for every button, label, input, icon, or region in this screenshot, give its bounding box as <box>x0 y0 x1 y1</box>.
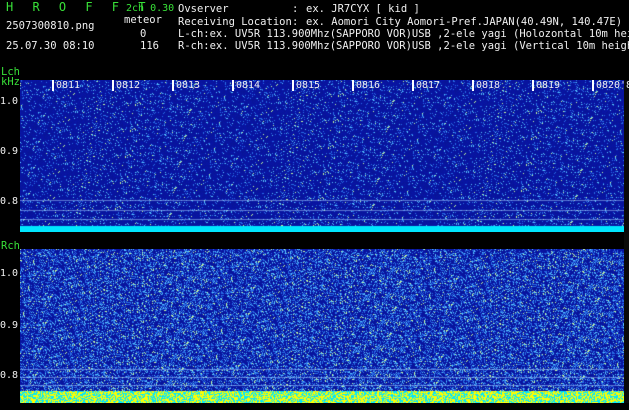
location-value: ex. Aomori City Aomori-Pref.JAPAN(40.49N… <box>306 16 623 28</box>
time-tick-label: 0814 <box>236 80 261 91</box>
location-separator: : <box>292 16 299 28</box>
meteor-count-lch: 0 <box>140 28 147 40</box>
time-tick-label: 0820 <box>596 80 621 91</box>
meteor-label: meteor <box>124 14 162 26</box>
rch-spectrogram <box>20 249 624 403</box>
filename-label: 2507300810.png <box>6 20 95 32</box>
lch-ylabel-1: 1.0 <box>0 96 19 107</box>
datetime-label: 25.07.30 08:10 <box>6 40 95 52</box>
time-tick-bar <box>112 80 114 91</box>
rch-ylabel-1: 1.0 <box>0 268 19 279</box>
rch-ylabel-2: 0.9 <box>0 320 19 331</box>
time-tick-label: 0812 <box>116 80 141 91</box>
time-tick-bar <box>172 80 174 91</box>
observer-value: ex. JR7CYX [ kid ] <box>306 3 420 15</box>
time-tick-bar <box>412 80 414 91</box>
time-tick-label: 0816 <box>356 80 381 91</box>
lch-ylabel-3: 0.8 <box>0 196 19 207</box>
rch-label: Rch <box>1 240 20 252</box>
observer-separator: : <box>292 3 299 15</box>
meteor-count-rch: 116 <box>140 40 159 52</box>
time-tick-bar <box>592 80 594 91</box>
rch-receiver-info: R-ch:ex. UV5R 113.900Mhz(SAPPORO VOR)USB… <box>178 40 629 52</box>
lch-receiver-info: L-ch:ex. UV5R 113.900Mhz(SAPPORO VOR)USB… <box>178 28 629 40</box>
rch-ylabel-3: 0.8 <box>0 370 19 381</box>
time-tick-bar <box>472 80 474 91</box>
time-tick-bar <box>352 80 354 91</box>
time-tick-label: 0819 <box>536 80 561 91</box>
time-tick-bar <box>52 80 54 91</box>
right-edge-strip <box>624 80 629 403</box>
time-tick-label: 0815 <box>296 80 321 91</box>
time-tick-label: 0811 <box>56 80 81 91</box>
time-tick-label: 0813 <box>176 80 201 91</box>
time-tick-label: 0818 <box>476 80 501 91</box>
lch-spectrogram <box>20 80 624 232</box>
time-tick-bar <box>532 80 534 91</box>
time-tick-bar <box>232 80 234 91</box>
lch-unit-label: kHz <box>1 76 20 88</box>
time-tick-label-partial: '8 <box>620 80 629 91</box>
time-tick-bar <box>292 80 294 91</box>
time-tick-label: 0817 <box>416 80 441 91</box>
location-label: Receiving Location <box>178 16 292 28</box>
lch-ylabel-2: 0.9 <box>0 146 19 157</box>
observer-label: Ovserver <box>178 3 229 15</box>
